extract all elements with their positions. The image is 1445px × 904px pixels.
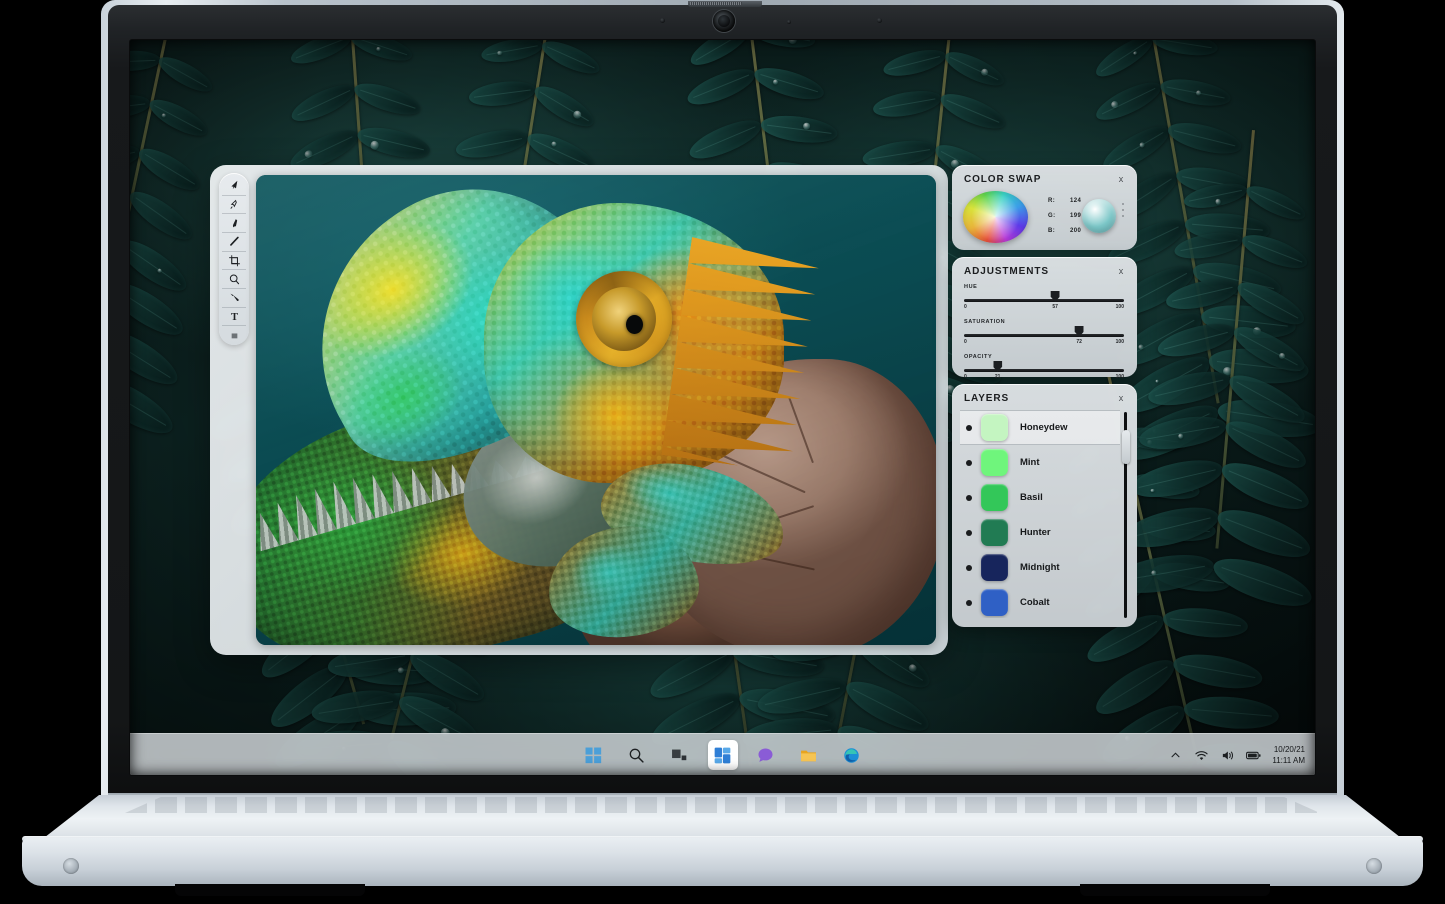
rubber-foot-left bbox=[175, 884, 365, 896]
laptop-frame: T bbox=[0, 0, 1445, 904]
speaker-grille-right bbox=[1366, 858, 1382, 874]
bezel-sensor-mid bbox=[787, 20, 791, 24]
rubber-foot-right bbox=[1080, 884, 1270, 896]
keyboard-keys bbox=[125, 797, 1320, 813]
camera-lens-icon bbox=[713, 10, 735, 32]
speaker-grille-left bbox=[63, 858, 79, 874]
base-front bbox=[22, 838, 1423, 886]
webcam-notch bbox=[688, 1, 762, 7]
screen-inner-shadow bbox=[130, 40, 1315, 775]
bezel-sensor-right bbox=[877, 18, 882, 23]
bezel-sensor-left bbox=[660, 18, 665, 23]
